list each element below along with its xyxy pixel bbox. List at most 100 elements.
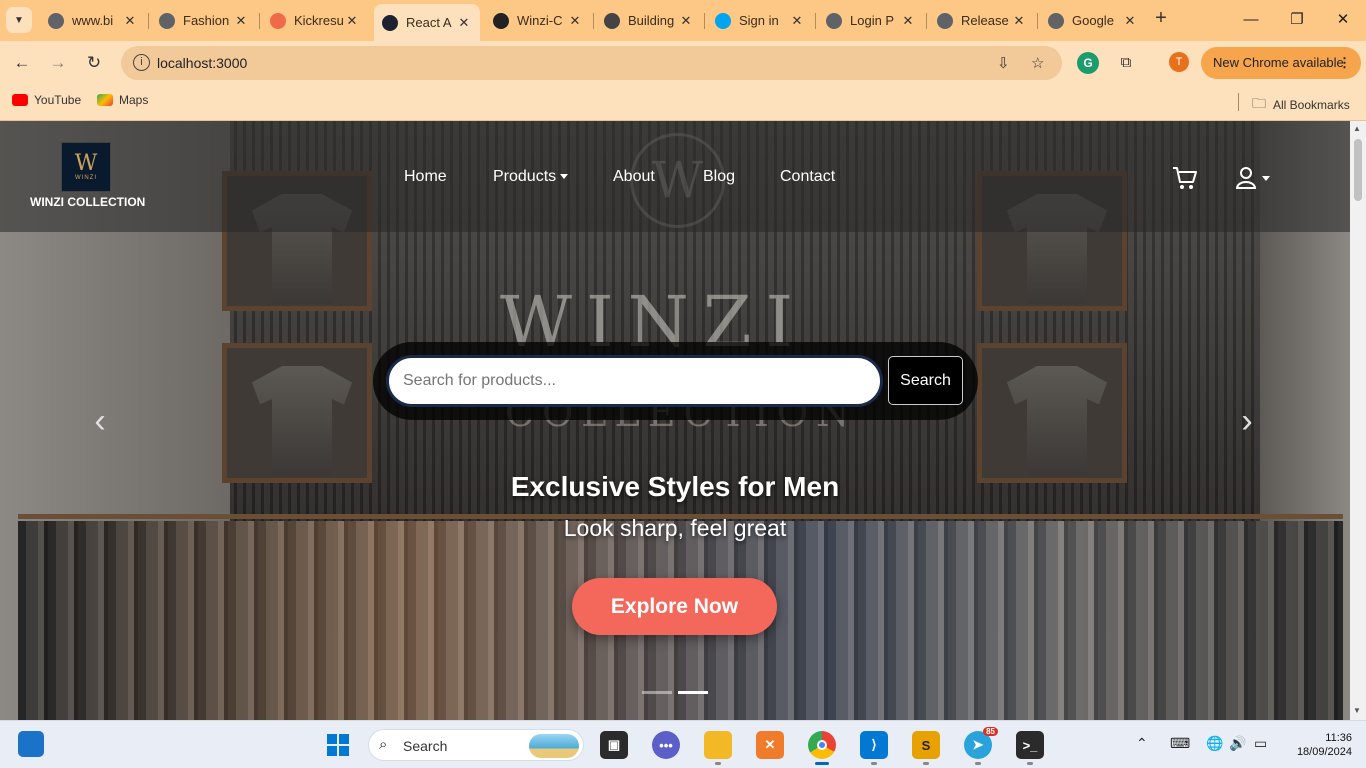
scrollbar-thumb[interactable]: [1354, 139, 1362, 201]
new-tab-icon[interactable]: +: [1150, 8, 1172, 30]
file-explorer-icon[interactable]: [704, 731, 732, 759]
windows-taskbar: ⌕ Search ▣ ••• ✕ ⟩ S ➤ 85 >_ ⌃ ⌨ 🌐 🔊 ▭ 11…: [0, 720, 1366, 768]
minimize-icon[interactable]: —: [1236, 6, 1266, 34]
brand-name[interactable]: WINZI COLLECTION: [30, 195, 145, 209]
scroll-down-icon[interactable]: ▼: [1353, 706, 1361, 715]
url-text[interactable]: localhost:3000: [157, 55, 247, 71]
browser-tab[interactable]: Kickresu ✕: [262, 6, 368, 35]
chrome-update-button[interactable]: New Chrome available ⋮: [1201, 47, 1361, 79]
browser-tab[interactable]: Google ✕: [1040, 6, 1146, 35]
back-icon[interactable]: ←: [9, 50, 35, 76]
tab-favicon-icon: [382, 14, 398, 31]
language-icon[interactable]: 🌐: [1206, 735, 1223, 752]
nav-about[interactable]: About: [613, 168, 655, 186]
taskbar-search[interactable]: ⌕ Search: [368, 729, 584, 761]
browser-tab[interactable]: Fashion ✕: [151, 6, 257, 35]
shelf-display: [977, 343, 1127, 483]
nav-home[interactable]: Home: [404, 168, 447, 186]
menu-dots-icon[interactable]: ⋮: [1338, 47, 1351, 79]
tab-favicon-icon: [937, 12, 953, 29]
battery-icon[interactable]: ▭: [1254, 735, 1267, 752]
tab-close-icon[interactable]: ✕: [567, 13, 583, 29]
bookmark-youtube[interactable]: YouTube: [12, 93, 81, 107]
nav-products[interactable]: Products: [493, 168, 569, 186]
nav-blog[interactable]: Blog: [703, 168, 735, 186]
xampp-icon[interactable]: ✕: [756, 731, 784, 759]
tab-title: React A: [406, 15, 452, 30]
logo-mark: W: [74, 151, 98, 176]
tab-close-icon[interactable]: ✕: [1122, 13, 1138, 29]
browser-tab[interactable]: Building ✕: [596, 6, 702, 35]
carousel-indicator[interactable]: [642, 691, 672, 694]
folder-icon: 🗀: [1252, 95, 1266, 111]
tab-close-icon[interactable]: ✕: [900, 13, 916, 29]
tab-separator: [1037, 13, 1038, 29]
tab-search-icon[interactable]: ▼: [6, 7, 32, 33]
browser-tab[interactable]: Release ✕: [929, 6, 1035, 35]
search-icon: ⌕: [379, 736, 388, 753]
carousel-indicator[interactable]: [678, 691, 708, 694]
vscode-icon[interactable]: ⟩: [860, 731, 888, 759]
explore-now-button[interactable]: Explore Now: [572, 578, 777, 635]
windows-start-icon[interactable]: [324, 731, 352, 759]
tab-title: Fashion: [183, 13, 230, 28]
keyboard-icon[interactable]: ⌨: [1170, 735, 1190, 752]
carousel-prev-icon[interactable]: ‹: [88, 401, 112, 441]
bookmarks-bar: YouTube Maps 🗀 All Bookmarks: [0, 85, 1366, 121]
tab-favicon-icon: [493, 12, 509, 29]
sublime-text-icon[interactable]: S: [912, 731, 940, 759]
extensions-icon[interactable]: ⧉: [1114, 51, 1138, 75]
browser-tab[interactable]: Sign in ✕: [707, 6, 813, 35]
grammarly-icon[interactable]: G: [1077, 52, 1099, 74]
browser-tab[interactable]: www.bi ✕: [40, 6, 146, 35]
tab-close-icon[interactable]: ✕: [678, 13, 694, 29]
tab-strip: ▼ www.bi ✕ Fashion ✕ Kickresu ✕ React A ✕ Winzi-…: [0, 0, 1366, 41]
chat-icon[interactable]: •••: [652, 731, 680, 759]
tab-close-icon[interactable]: ✕: [1011, 13, 1027, 29]
clock-time: 11:36: [1325, 732, 1352, 744]
reload-icon[interactable]: ↻: [81, 50, 107, 76]
tab-close-icon[interactable]: ✕: [789, 13, 805, 29]
all-bookmarks[interactable]: 🗀 All Bookmarks: [1252, 93, 1350, 117]
product-search-input[interactable]: [386, 355, 883, 407]
browser-tab[interactable]: Winzi-C ✕: [485, 6, 591, 35]
browser-tab[interactable]: React A ✕: [374, 4, 480, 41]
taskbar-clock[interactable]: 11:36 18/09/2024: [1282, 731, 1352, 759]
bookmark-star-icon[interactable]: ☆: [1031, 54, 1044, 72]
terminal-icon[interactable]: >_: [1016, 731, 1044, 759]
tab-close-icon[interactable]: ✕: [233, 13, 249, 29]
task-view-icon[interactable]: ▣: [600, 731, 628, 759]
tab-close-icon[interactable]: ✕: [344, 13, 360, 29]
hero-section: W WINZI COLLECTION W WINZI WINZI COLLECT…: [0, 121, 1350, 720]
cart-icon[interactable]: [1172, 165, 1198, 191]
close-window-icon[interactable]: ✕: [1328, 6, 1358, 34]
scroll-up-icon[interactable]: ▲: [1353, 124, 1361, 133]
profile-avatar[interactable]: T: [1169, 52, 1189, 72]
tab-title: Winzi-C: [517, 13, 563, 28]
all-bookmarks-label: All Bookmarks: [1273, 98, 1350, 112]
search-button[interactable]: Search: [888, 356, 963, 405]
tab-favicon-icon: [715, 12, 731, 29]
bookmark-maps[interactable]: Maps: [97, 93, 148, 107]
site-logo[interactable]: W WINZI: [61, 142, 111, 192]
install-app-icon[interactable]: ⇩: [997, 54, 1010, 72]
running-indicator: [975, 762, 981, 765]
tab-close-icon[interactable]: ✕: [122, 13, 138, 29]
page-scrollbar[interactable]: ▲ ▼: [1350, 121, 1366, 720]
site-info-icon[interactable]: i: [133, 54, 150, 71]
chrome-icon[interactable]: [808, 731, 836, 759]
tab-separator: [148, 13, 149, 29]
widgets-icon[interactable]: [18, 731, 44, 757]
forward-icon[interactable]: →: [45, 50, 71, 76]
show-hidden-icons-icon[interactable]: ⌃: [1136, 735, 1148, 752]
restore-icon[interactable]: ❐: [1282, 6, 1312, 34]
nav-contact[interactable]: Contact: [780, 168, 835, 186]
address-bar[interactable]: i localhost:3000 ⇩ ☆: [121, 46, 1062, 80]
volume-icon[interactable]: 🔊: [1229, 735, 1246, 752]
browser-tab[interactable]: Login P ✕: [818, 6, 924, 35]
tab-close-icon[interactable]: ✕: [456, 15, 472, 31]
tab-separator: [815, 13, 816, 29]
telegram-icon[interactable]: ➤ 85: [964, 727, 998, 759]
user-account-icon[interactable]: [1236, 166, 1274, 190]
carousel-next-icon[interactable]: ›: [1235, 401, 1259, 441]
